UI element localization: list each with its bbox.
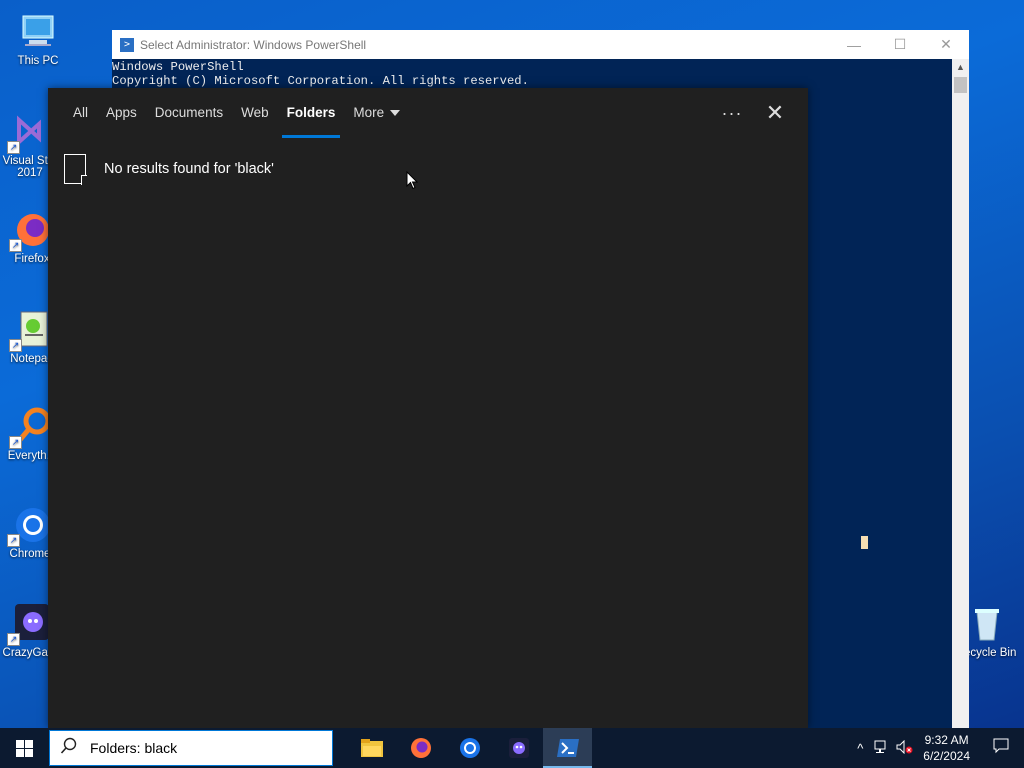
shortcut-arrow-icon: ↗ — [9, 339, 22, 352]
chrome-icon: ↗ — [7, 503, 51, 547]
shortcut-arrow-icon: ↗ — [7, 633, 20, 646]
search-input[interactable] — [88, 739, 322, 757]
tab-documents[interactable]: Documents — [146, 88, 232, 138]
console-line: Windows PowerShell — [112, 60, 244, 74]
tab-folders[interactable]: Folders — [278, 88, 345, 138]
close-icon[interactable]: ✕ — [764, 88, 786, 138]
visual-studio-icon: ↗ — [7, 110, 51, 154]
taskbar-chrome[interactable] — [445, 728, 494, 768]
document-icon — [64, 154, 87, 185]
crazygames-icon — [508, 738, 529, 758]
clock-date: 6/2/2024 — [923, 749, 970, 763]
window-title: Select Administrator: Windows PowerShell — [140, 37, 367, 52]
console-cursor — [861, 536, 868, 549]
clock[interactable]: 9:32 AM 6/2/2024 — [915, 732, 978, 764]
taskbar-powershell[interactable] — [543, 728, 592, 768]
powershell-icon: > — [120, 37, 134, 52]
more-options-ellipsis-icon[interactable]: ··· — [720, 88, 744, 138]
chevron-down-icon — [390, 110, 401, 117]
powershell-icon — [556, 739, 579, 757]
search-tabs: All Apps Documents Web Folders More ··· … — [48, 88, 808, 138]
clock-time: 9:32 AM — [924, 733, 969, 747]
tab-all[interactable]: All — [64, 88, 97, 138]
console-output[interactable]: Windows PowerShell Copyright (C) Microsof… — [112, 59, 969, 88]
no-results-row: No results found for 'black' — [48, 138, 808, 185]
network-icon[interactable] — [871, 740, 893, 757]
minimize-button[interactable]: — — [831, 37, 877, 53]
tab-more[interactable]: More — [344, 88, 409, 138]
recycle-bin-icon — [965, 602, 1007, 644]
search-icon — [50, 737, 88, 760]
close-window-button[interactable]: ✕ — [923, 36, 969, 53]
crazygames-icon: ↗ — [7, 602, 51, 646]
scroll-up-icon[interactable]: ▲ — [952, 59, 969, 76]
firefox-icon — [410, 738, 431, 758]
system-tray: ^ 9:32 AM 6/2/2024 — [849, 728, 1024, 768]
shortcut-arrow-icon: ↗ — [9, 436, 22, 449]
maximize-button[interactable]: ☐ — [877, 36, 923, 53]
tab-apps[interactable]: Apps — [97, 88, 146, 138]
powershell-titlebar[interactable]: > Select Administrator: Windows PowerShe… — [112, 30, 969, 59]
taskbar-crazygames[interactable] — [494, 728, 543, 768]
taskbar-file-explorer[interactable] — [347, 728, 396, 768]
mouse-pointer-icon — [406, 171, 418, 190]
chevron-up-icon[interactable]: ^ — [849, 741, 871, 756]
scrollbar[interactable]: ▲ — [952, 59, 969, 728]
computer-icon — [17, 10, 59, 52]
firefox-icon: ↗ — [9, 208, 53, 252]
taskbar-firefox[interactable] — [396, 728, 445, 768]
taskbar: ^ 9:32 AM 6/2/2024 — [0, 728, 1024, 768]
volume-muted-icon[interactable] — [893, 739, 915, 757]
console-line: Copyright (C) Microsoft Corporation. All… — [112, 74, 529, 88]
notepad-icon: ↗ — [9, 308, 53, 352]
search-flyout[interactable]: All Apps Documents Web Folders More ··· … — [48, 88, 808, 728]
no-results-text: No results found for 'black' — [104, 161, 274, 177]
tab-web[interactable]: Web — [232, 88, 278, 138]
desktop-icon-this-pc[interactable]: This PC — [0, 10, 76, 67]
taskbar-search-box[interactable] — [49, 730, 333, 766]
start-button[interactable] — [0, 728, 48, 768]
tab-more-label: More — [353, 105, 385, 120]
shortcut-arrow-icon: ↗ — [7, 534, 20, 547]
file-explorer-icon — [360, 739, 383, 757]
shortcut-arrow-icon: ↗ — [9, 239, 22, 252]
everything-icon: ↗ — [9, 405, 53, 449]
desktop-icon-label: This PC — [17, 55, 59, 67]
chrome-icon — [459, 738, 480, 758]
shortcut-arrow-icon: ↗ — [7, 141, 20, 154]
windows-logo-icon — [15, 739, 33, 757]
notification-center-icon[interactable] — [978, 738, 1024, 759]
scroll-thumb[interactable] — [954, 77, 967, 93]
